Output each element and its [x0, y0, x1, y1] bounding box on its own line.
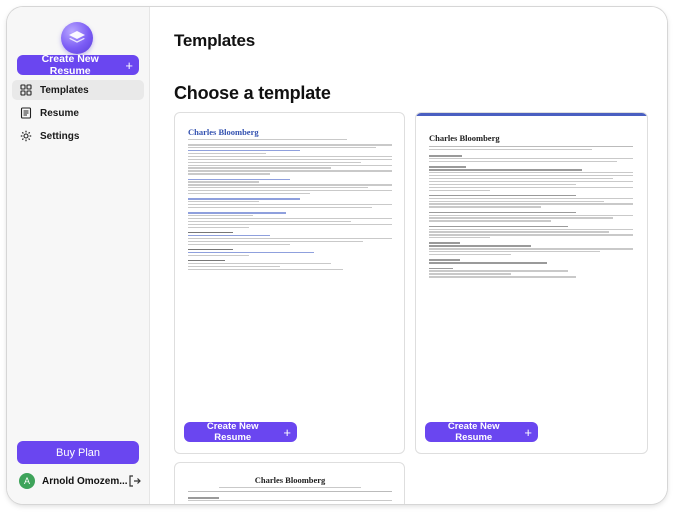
logout-icon[interactable] — [128, 474, 142, 488]
sidebar-item-templates[interactable]: Templates — [12, 80, 144, 100]
resume-preview: Charles Bloomberg — [188, 475, 392, 502]
main-content: Templates Choose a template Charles Bloo… — [150, 7, 667, 504]
resume-name: Charles Bloomberg — [188, 127, 259, 137]
page-title: Templates — [174, 31, 256, 50]
user-profile[interactable]: A Arnold Omozem... — [19, 470, 144, 492]
plus-icon: + — [283, 424, 291, 440]
app-window: Create New Resume + Templates Resume Set… — [7, 7, 667, 504]
sidebar-nav: Templates Resume Settings — [12, 80, 144, 149]
resume-name: Charles Bloomberg — [429, 133, 500, 143]
buy-plan-button[interactable]: Buy Plan — [17, 441, 139, 464]
create-new-resume-button[interactable]: Create New Resume + — [17, 53, 139, 77]
sidebar-item-label: Resume — [40, 107, 79, 119]
user-name: Arnold Omozem... — [42, 475, 128, 487]
screen: Create New Resume + Templates Resume Set… — [0, 0, 674, 513]
create-new-resume-label: Create New Resume — [206, 421, 259, 443]
template-card[interactable]: Charles Bloomberg — [174, 462, 405, 504]
create-new-resume-button[interactable]: Create New Resume + — [425, 421, 538, 443]
template-card[interactable]: Charles Bloomberg — [415, 112, 648, 454]
sidebar-item-resume[interactable]: Resume — [12, 103, 144, 123]
section-title: Choose a template — [174, 83, 331, 103]
sidebar: Create New Resume + Templates Resume Set… — [7, 7, 150, 504]
templates-icon — [20, 84, 32, 96]
plus-icon: + — [524, 424, 532, 440]
resume-preview: Charles Bloomberg — [429, 133, 633, 278]
template-card[interactable]: Charles Bloomberg — [174, 112, 405, 454]
create-new-resume-label: Create New Resume — [447, 421, 500, 443]
resume-preview: Charles Bloomberg — [188, 127, 392, 270]
sidebar-item-settings[interactable]: Settings — [12, 126, 144, 146]
sidebar-item-label: Settings — [40, 130, 80, 142]
sidebar-item-label: Templates — [40, 84, 89, 96]
create-new-resume-label: Create New Resume — [41, 53, 99, 77]
avatar: A — [19, 473, 35, 489]
settings-icon — [20, 130, 32, 142]
resume-icon — [20, 107, 32, 119]
app-logo[interactable] — [61, 22, 93, 54]
create-new-resume-button[interactable]: Create New Resume + — [184, 421, 297, 443]
resume-name: Charles Bloomberg — [254, 475, 326, 485]
template-accent-bar — [416, 113, 647, 116]
plus-icon: + — [125, 57, 133, 73]
layers-icon — [69, 31, 85, 43]
